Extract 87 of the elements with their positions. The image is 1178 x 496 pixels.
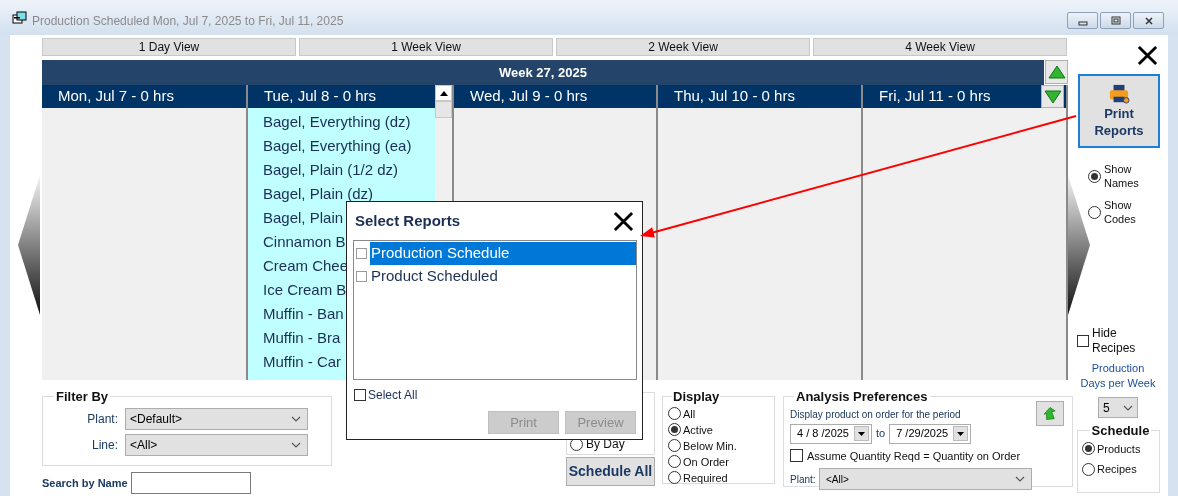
checkbox-label: Select All xyxy=(368,387,418,404)
field-label: Plant: xyxy=(86,410,119,428)
radio-label: Show Codes xyxy=(1104,198,1137,226)
view-button[interactable]: 1 Week View xyxy=(299,38,553,56)
close-icon xyxy=(1143,15,1154,26)
product-item[interactable]: Bagel, Everything (ea) xyxy=(263,134,435,158)
dropdown[interactable]: <Default> xyxy=(125,407,308,430)
field-label: Production Days per Week xyxy=(1079,361,1157,391)
field-label: Search by Name xyxy=(42,475,129,491)
group-title: Schedule xyxy=(1090,422,1151,440)
window-title: Production Scheduled Mon, Jul 7, 2025 to Fri, Jul 11, 2025 xyxy=(32,12,344,30)
day-header: Fri, Jul 11 - 0 hrs xyxy=(879,86,991,107)
field-label: Line: xyxy=(90,436,119,454)
day-header: Wed, Jul 9 - 0 hrs xyxy=(470,86,588,107)
chevron-down-icon xyxy=(291,415,301,422)
radio-button[interactable] xyxy=(668,407,681,420)
list-item[interactable]: Production Schedule xyxy=(370,242,636,265)
dialog-title: Select Reports xyxy=(355,210,461,231)
chevron-down-icon xyxy=(291,441,301,448)
date-picker[interactable]: 4 / 8 /2025 xyxy=(790,423,872,444)
radio-button[interactable] xyxy=(668,439,681,452)
search-field[interactable] xyxy=(131,472,251,494)
radio-label: Below Min. xyxy=(683,438,737,453)
radio-label: Required xyxy=(683,470,728,485)
group-title: Display xyxy=(672,388,721,406)
close-icon[interactable] xyxy=(613,210,634,232)
week-header: Week 27, 2025 xyxy=(42,60,1044,85)
radio-button[interactable] xyxy=(1088,205,1101,219)
radio-button[interactable] xyxy=(668,471,681,484)
maximize-icon xyxy=(1110,15,1121,26)
triangle-down-icon xyxy=(1043,89,1062,104)
chevron-down-icon xyxy=(1123,404,1133,411)
chevron-down-icon xyxy=(1015,476,1025,482)
checkbox[interactable] xyxy=(790,449,803,463)
view-button[interactable]: 2 Week View xyxy=(556,38,810,56)
dropdown-arrow-icon xyxy=(858,431,865,436)
scroll-up-icon xyxy=(439,90,448,96)
radio-button[interactable] xyxy=(1082,462,1095,476)
list-item[interactable]: Product Scheduled xyxy=(370,265,636,288)
to-label: to xyxy=(876,426,886,442)
checkbox-label: Assume Quantity Reqd = Quantity on Order xyxy=(807,448,1021,464)
scrollbar-thumb[interactable] xyxy=(435,101,452,118)
next-arrow[interactable] xyxy=(1068,175,1090,315)
group-title: Filter By xyxy=(55,388,109,406)
checkbox[interactable] xyxy=(356,248,367,259)
dropdown-arrow-icon xyxy=(957,431,965,436)
group-title: Analysis Preferences xyxy=(795,388,929,406)
checkbox[interactable] xyxy=(1077,335,1089,347)
radio-label: Recipes xyxy=(1097,462,1137,477)
radio-label: Active xyxy=(683,422,713,437)
view-button[interactable]: 1 Day View xyxy=(42,38,296,56)
close-icon[interactable] xyxy=(1137,45,1158,66)
triangle-up-icon xyxy=(1047,65,1066,79)
dropdown[interactable]: <All> xyxy=(819,468,1032,490)
close-button[interactable] xyxy=(1133,12,1164,29)
scroll-down-button[interactable] xyxy=(1041,85,1064,108)
previous-arrow[interactable] xyxy=(18,175,40,315)
printer-icon xyxy=(1108,83,1130,104)
apply-button[interactable] xyxy=(1036,400,1064,426)
radio-button[interactable] xyxy=(668,455,681,468)
product-item[interactable]: Bagel, Everything (dz) xyxy=(263,110,435,134)
schedule-all-button[interactable]: Schedule All xyxy=(566,457,655,486)
arrow-icon xyxy=(1044,405,1056,421)
checkbox[interactable] xyxy=(354,389,366,401)
radio-label: Show Names xyxy=(1104,162,1140,190)
print-reports-button[interactable]: Print Reports xyxy=(1078,74,1160,148)
radio-label: All xyxy=(683,406,696,421)
radio-label: On Order xyxy=(683,454,729,469)
radio-button[interactable] xyxy=(1082,442,1095,456)
description-text: Display product on order for the period xyxy=(790,407,962,422)
radio-label: Products xyxy=(1097,441,1141,457)
day-header: Thu, Jul 10 - 0 hrs xyxy=(674,86,795,107)
scroll-up-button[interactable] xyxy=(435,85,452,101)
checkbox-label: Hide Recipes xyxy=(1092,326,1137,356)
checkbox[interactable] xyxy=(356,271,367,282)
app-icon xyxy=(12,10,28,25)
dropdown[interactable]: <All> xyxy=(125,433,308,456)
day-header: Mon, Jul 7 - 0 hrs xyxy=(58,86,174,107)
radio-button[interactable] xyxy=(668,423,681,436)
dropdown[interactable]: 5 xyxy=(1098,397,1138,418)
view-button[interactable]: 4 Week View xyxy=(813,38,1067,56)
date-picker[interactable]: 7 /29/2025 xyxy=(889,423,972,444)
day-header: Tue, Jul 8 - 0 hrs xyxy=(264,86,376,107)
product-item[interactable]: Bagel, Plain (1/2 dz) xyxy=(263,158,435,182)
radio-button[interactable] xyxy=(1088,169,1101,183)
minimize-button[interactable] xyxy=(1067,12,1098,29)
field-label: Plant: xyxy=(790,472,817,487)
